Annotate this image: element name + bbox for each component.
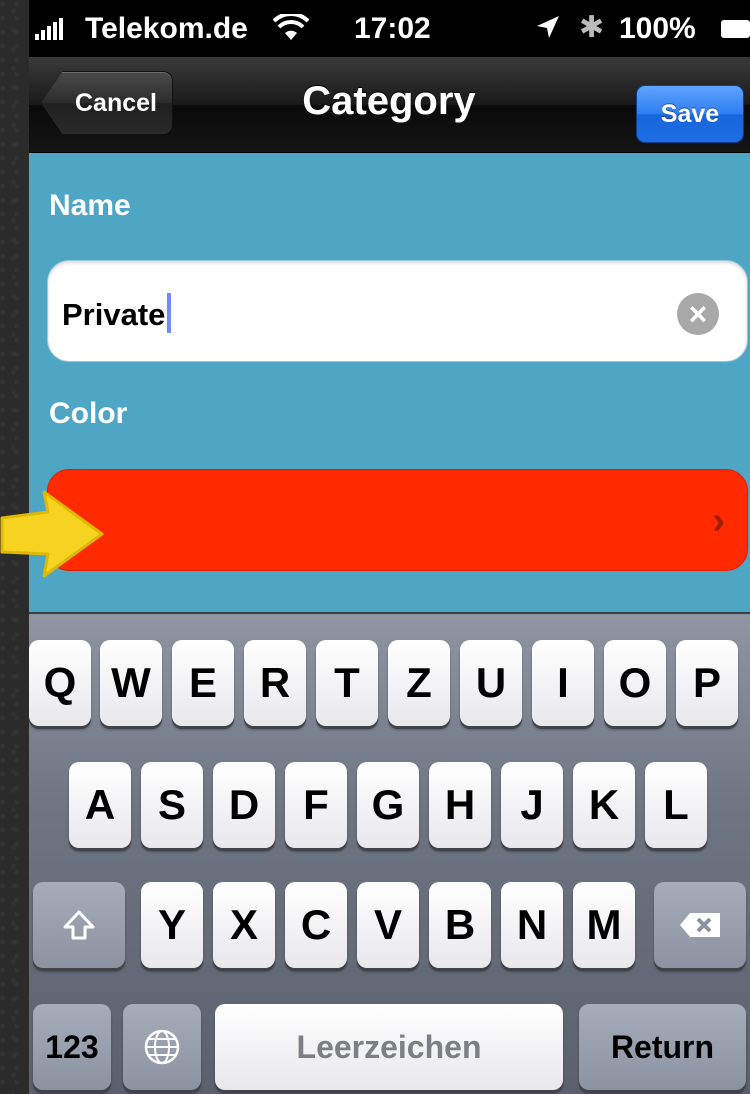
page-title: Category bbox=[302, 79, 476, 123]
key-v[interactable]: V bbox=[357, 882, 419, 968]
numbers-key[interactable]: 123 bbox=[33, 1004, 111, 1090]
clear-text-icon[interactable]: × bbox=[677, 293, 719, 335]
delete-key[interactable] bbox=[654, 882, 746, 968]
space-key[interactable]: Leerzeichen bbox=[215, 1004, 563, 1090]
signal-strength-icon bbox=[35, 18, 63, 40]
key-n[interactable]: N bbox=[501, 882, 563, 968]
return-key[interactable]: Return bbox=[579, 1004, 746, 1090]
clock: 17:02 bbox=[354, 12, 431, 45]
key-w[interactable]: W bbox=[100, 640, 162, 726]
key-l[interactable]: L bbox=[645, 762, 707, 848]
key-u[interactable]: U bbox=[460, 640, 522, 726]
category-form: Name Private × Color › bbox=[29, 153, 750, 612]
key-j[interactable]: J bbox=[501, 762, 563, 848]
key-d[interactable]: D bbox=[213, 762, 275, 848]
annotation-arrow-icon bbox=[0, 490, 104, 578]
key-e[interactable]: E bbox=[172, 640, 234, 726]
bluetooth-icon: ✱ bbox=[579, 11, 605, 44]
key-x[interactable]: X bbox=[213, 882, 275, 968]
name-input-value: Private bbox=[62, 293, 172, 333]
key-p[interactable]: P bbox=[676, 640, 738, 726]
battery-percentage: 100% bbox=[619, 12, 696, 45]
carrier-name: Telekom.de bbox=[85, 12, 248, 45]
shift-key[interactable] bbox=[33, 882, 125, 968]
onscreen-keyboard: Q W E R T Z U I O P A S D F G H J K L Y … bbox=[29, 612, 750, 1094]
key-r[interactable]: R bbox=[244, 640, 306, 726]
save-button[interactable]: Save bbox=[636, 85, 744, 143]
chevron-right-icon: › bbox=[712, 500, 725, 542]
key-f[interactable]: F bbox=[285, 762, 347, 848]
key-y[interactable]: Y bbox=[141, 882, 203, 968]
key-c[interactable]: C bbox=[285, 882, 347, 968]
globe-key[interactable] bbox=[123, 1004, 201, 1090]
backspace-icon bbox=[680, 913, 720, 937]
navigation-bar: Cancel Category Save bbox=[29, 57, 750, 153]
color-picker-row[interactable]: › bbox=[47, 469, 748, 571]
name-input[interactable]: Private × bbox=[47, 260, 748, 362]
location-arrow-icon bbox=[535, 14, 561, 48]
battery-icon bbox=[721, 20, 750, 38]
key-h[interactable]: H bbox=[429, 762, 491, 848]
key-b[interactable]: B bbox=[429, 882, 491, 968]
globe-icon bbox=[144, 1029, 180, 1065]
key-a[interactable]: A bbox=[69, 762, 131, 848]
shift-arrow-icon bbox=[63, 910, 95, 940]
key-q[interactable]: Q bbox=[29, 640, 91, 726]
key-t[interactable]: T bbox=[316, 640, 378, 726]
key-m[interactable]: M bbox=[573, 882, 635, 968]
key-k[interactable]: K bbox=[573, 762, 635, 848]
color-label: Color bbox=[49, 397, 128, 430]
key-i[interactable]: I bbox=[532, 640, 594, 726]
status-bar: Telekom.de 17:02 ✱ 100% bbox=[29, 0, 750, 57]
key-g[interactable]: G bbox=[357, 762, 419, 848]
key-z[interactable]: Z bbox=[388, 640, 450, 726]
wifi-icon bbox=[272, 11, 310, 50]
name-label: Name bbox=[49, 189, 131, 222]
cancel-button[interactable]: Cancel bbox=[41, 71, 173, 135]
key-o[interactable]: O bbox=[604, 640, 666, 726]
key-s[interactable]: S bbox=[141, 762, 203, 848]
phone-screen: Telekom.de 17:02 ✱ 100% Cancel Category … bbox=[29, 0, 750, 1094]
text-cursor bbox=[167, 293, 172, 333]
